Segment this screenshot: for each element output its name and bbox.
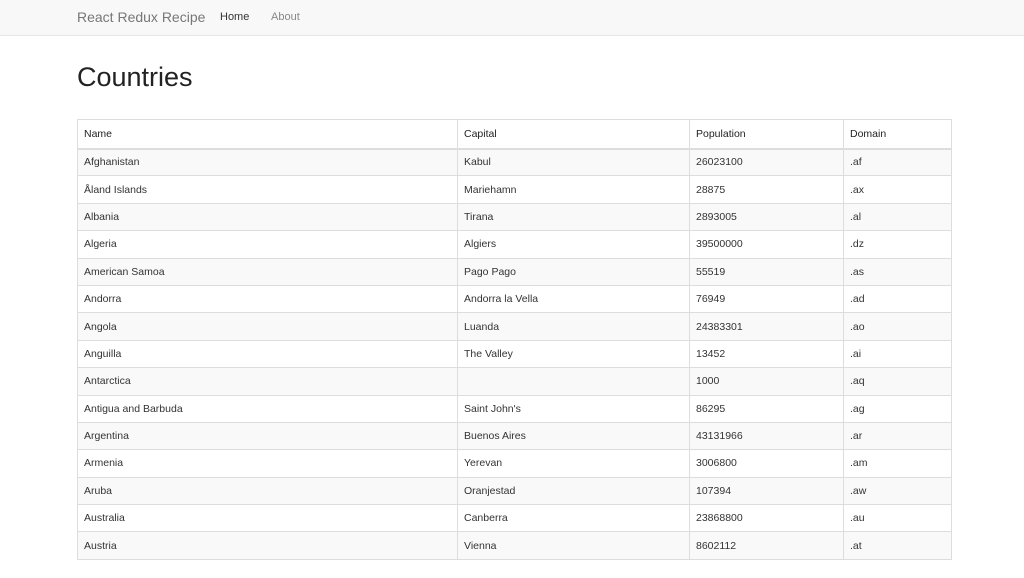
cell-population: 43131966 <box>689 421 844 451</box>
cell-domain: .ag <box>843 394 952 423</box>
table-row: Anguilla The Valley 13452 .ai <box>77 339 952 369</box>
cell-name: Antigua and Barbuda <box>77 394 458 423</box>
table-row: Antarctica 1000 .aq <box>77 367 952 396</box>
cell-domain: .am <box>843 449 952 478</box>
cell-domain: .al <box>843 202 952 232</box>
cell-domain: .ao <box>843 312 952 341</box>
cell-capital: Andorra la Vella <box>457 284 690 314</box>
cell-domain: .au <box>843 504 952 533</box>
table-row: Australia Canberra 23868800 .au <box>77 504 952 533</box>
table-body: Afghanistan Kabul 26023100 .af Åland Islands… <box>77 147 952 560</box>
cell-domain: .af <box>843 147 952 177</box>
cell-name: Anguilla <box>77 339 458 369</box>
column-header-domain: Domain <box>843 119 952 150</box>
table-row: Albania Tirana 2893005 .al <box>77 202 952 232</box>
cell-domain: .ai <box>843 339 952 369</box>
cell-capital: Luanda <box>457 312 690 341</box>
cell-capital: Buenos Aires <box>457 421 690 451</box>
column-header-capital: Capital <box>457 119 690 150</box>
table-row: Armenia Yerevan 3006800 .am <box>77 449 952 478</box>
table-row: Angola Luanda 24383301 .ao <box>77 312 952 341</box>
cell-domain: .aw <box>843 476 952 506</box>
cell-capital: Vienna <box>457 531 690 560</box>
cell-domain: .ar <box>843 421 952 451</box>
table-row: Aruba Oranjestad 107394 .aw <box>77 476 952 506</box>
cell-capital: Tirana <box>457 202 690 232</box>
cell-domain: .aq <box>843 367 952 396</box>
cell-population: 23868800 <box>689 504 844 533</box>
cell-capital: Kabul <box>457 147 690 177</box>
cell-population: 2893005 <box>689 202 844 232</box>
brand-link[interactable]: React Redux Recipe <box>77 9 205 25</box>
table-row: Austria Vienna 8602112 .at <box>77 531 952 560</box>
cell-population: 28875 <box>689 175 844 204</box>
cell-capital: Saint John's <box>457 394 690 423</box>
countries-table-container: Name Capital Population Domain Afghanist… <box>77 119 952 560</box>
cell-population: 76949 <box>689 284 844 314</box>
cell-domain: .ax <box>843 175 952 204</box>
cell-name: Angola <box>77 312 458 341</box>
cell-name: Åland Islands <box>77 175 458 204</box>
table-row: Åland Islands Mariehamn 28875 .ax <box>77 175 952 204</box>
cell-capital: Oranjestad <box>457 476 690 506</box>
cell-population: 107394 <box>689 476 844 506</box>
cell-capital: Pago Pago <box>457 257 690 286</box>
table-row: Algeria Algiers 39500000 .dz <box>77 230 952 259</box>
header-row: Name Capital Population Domain <box>77 119 952 150</box>
cell-capital: Canberra <box>457 504 690 533</box>
cell-population: 1000 <box>689 367 844 396</box>
table-row: Andorra Andorra la Vella 76949 .ad <box>77 284 952 314</box>
table-header: Name Capital Population Domain <box>77 119 952 150</box>
cell-capital: Mariehamn <box>457 175 690 204</box>
cell-population: 3006800 <box>689 449 844 478</box>
cell-name: Armenia <box>77 449 458 478</box>
cell-domain: .ad <box>843 284 952 314</box>
cell-population: 8602112 <box>689 531 844 560</box>
cell-name: Albania <box>77 202 458 232</box>
cell-population: 24383301 <box>689 312 844 341</box>
cell-name: Andorra <box>77 284 458 314</box>
cell-capital: The Valley <box>457 339 690 369</box>
cell-name: American Samoa <box>77 257 458 286</box>
cell-capital: Yerevan <box>457 449 690 478</box>
column-header-population: Population <box>689 119 844 150</box>
cell-capital <box>457 367 690 396</box>
cell-name: Austria <box>77 531 458 560</box>
cell-population: 13452 <box>689 339 844 369</box>
cell-population: 39500000 <box>689 230 844 259</box>
cell-name: Aruba <box>77 476 458 506</box>
cell-name: Algeria <box>77 230 458 259</box>
cell-domain: .at <box>843 531 952 560</box>
nav-link-about[interactable]: About <box>271 11 300 23</box>
table-row: American Samoa Pago Pago 55519 .as <box>77 257 952 286</box>
cell-population: 26023100 <box>689 147 844 177</box>
cell-domain: .as <box>843 257 952 286</box>
cell-capital: Algiers <box>457 230 690 259</box>
cell-name: Australia <box>77 504 458 533</box>
navbar: React Redux Recipe Home About <box>0 0 1024 36</box>
cell-population: 55519 <box>689 257 844 286</box>
countries-table: Name Capital Population Domain Afghanist… <box>77 119 952 560</box>
cell-population: 86295 <box>689 394 844 423</box>
column-header-name: Name <box>77 119 458 150</box>
cell-name: Argentina <box>77 421 458 451</box>
table-row: Argentina Buenos Aires 43131966 .ar <box>77 421 952 451</box>
nav-link-home[interactable]: Home <box>220 11 249 23</box>
table-row: Antigua and Barbuda Saint John's 86295 .ag <box>77 394 952 423</box>
page-title: Countries <box>77 62 193 92</box>
table-row: Afghanistan Kabul 26023100 .af <box>77 147 952 177</box>
cell-name: Antarctica <box>77 367 458 396</box>
cell-domain: .dz <box>843 230 952 259</box>
cell-name: Afghanistan <box>77 147 458 177</box>
